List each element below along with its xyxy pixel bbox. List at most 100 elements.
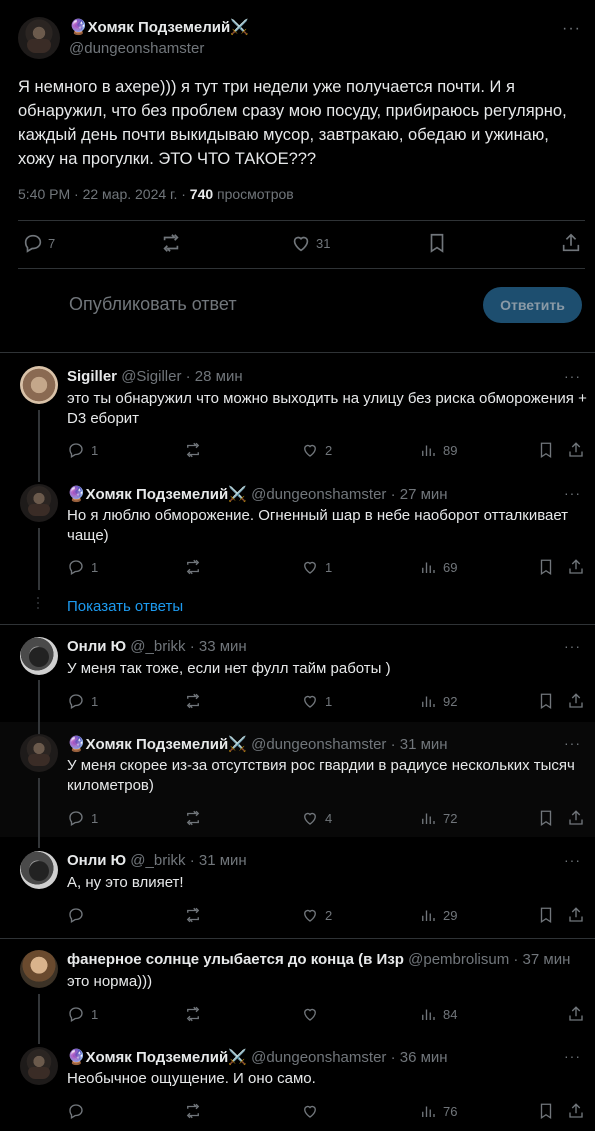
author-name[interactable]: 🔮Хомяк Подземелий⚔️ xyxy=(69,18,249,36)
reply-time[interactable]: · 33 мин xyxy=(190,638,247,655)
reply-input[interactable]: Опубликовать ответ xyxy=(69,294,237,315)
views-button[interactable]: 29 xyxy=(419,906,457,924)
avatar[interactable] xyxy=(20,950,58,988)
reply-author-handle[interactable]: @dungeonshamster xyxy=(251,736,386,753)
reply-author-name[interactable]: Онли Ю xyxy=(67,852,126,869)
reply-author-handle[interactable]: @_brikk xyxy=(130,852,185,869)
retweet-button[interactable] xyxy=(184,906,202,924)
avatar[interactable] xyxy=(20,484,58,522)
avatar[interactable] xyxy=(18,17,60,59)
views-button[interactable]: 92 xyxy=(419,692,457,710)
retweet-button[interactable] xyxy=(184,1102,202,1120)
reply-icon xyxy=(67,906,85,924)
reply-actions: 1 1 69 xyxy=(67,558,585,578)
reply-author-name[interactable]: 🔮Хомяк Подземелий⚔️ xyxy=(67,486,247,503)
bookmark-icon xyxy=(537,906,555,924)
avatar[interactable] xyxy=(20,1047,58,1085)
like-button[interactable]: 2 xyxy=(301,441,332,459)
tweet-time[interactable]: 5:40 PM · 22 мар. 2024 г. · xyxy=(18,186,190,202)
retweet-icon xyxy=(184,906,202,924)
more-icon[interactable]: ··· xyxy=(564,852,581,868)
views-button[interactable]: 76 xyxy=(419,1102,457,1120)
reply-button[interactable]: 1 xyxy=(67,692,98,710)
reply-author-handle[interactable]: @pembrolisum xyxy=(408,951,509,968)
reply-time[interactable]: · 36 мин xyxy=(391,1049,448,1066)
retweet-button[interactable] xyxy=(184,692,202,710)
views-button[interactable]: 72 xyxy=(419,809,457,827)
views-button[interactable]: 69 xyxy=(419,558,457,576)
reply-actions: 1 4 72 xyxy=(67,809,585,829)
bookmark-button[interactable] xyxy=(537,809,555,827)
more-icon[interactable]: ··· xyxy=(564,1048,581,1064)
bookmark-button[interactable] xyxy=(537,1102,555,1120)
retweet-button[interactable] xyxy=(184,441,202,459)
like-button[interactable]: 4 xyxy=(301,809,332,827)
views-button[interactable]: 89 xyxy=(419,441,457,459)
views-count: 72 xyxy=(443,810,458,826)
bookmark-button[interactable] xyxy=(537,692,555,710)
retweet-button[interactable] xyxy=(184,1005,202,1023)
views-button[interactable]: 84 xyxy=(419,1005,457,1023)
avatar[interactable] xyxy=(20,637,58,675)
reply-button[interactable] xyxy=(67,906,91,924)
reply-time[interactable]: · 27 мин xyxy=(391,486,448,503)
reply-button[interactable]: 7 xyxy=(22,232,55,254)
share-icon xyxy=(567,1102,585,1120)
heart-icon xyxy=(301,441,319,459)
reply-author-name[interactable]: Онли Ю xyxy=(67,638,126,655)
reply-button[interactable]: 1 xyxy=(67,441,98,459)
avatar[interactable] xyxy=(20,734,58,772)
reply-author-name[interactable]: фанерное солнце улыбается до конца (в Из… xyxy=(67,951,404,968)
like-button[interactable]: 31 xyxy=(290,232,330,254)
reply-author-name[interactable]: 🔮Хомяк Подземелий⚔️ xyxy=(67,736,247,753)
reply-time[interactable]: · 31 мин xyxy=(391,736,448,753)
reply-button[interactable] xyxy=(67,1102,85,1120)
bookmark-button[interactable] xyxy=(426,232,448,254)
share-icon xyxy=(567,692,585,710)
like-button[interactable] xyxy=(301,1005,325,1023)
reply-author-name[interactable]: 🔮Хомяк Подземелий⚔️ xyxy=(67,1049,247,1066)
retweet-button[interactable] xyxy=(160,232,182,254)
heart-icon xyxy=(290,232,312,254)
more-icon[interactable]: ··· xyxy=(564,485,581,501)
bookmark-icon xyxy=(537,441,555,459)
like-button[interactable]: 1 xyxy=(301,558,332,576)
like-button[interactable]: 1 xyxy=(301,692,332,710)
bookmark-button[interactable] xyxy=(537,441,555,459)
show-replies-link[interactable]: Показать ответы xyxy=(67,598,183,615)
more-icon[interactable]: ··· xyxy=(562,20,581,38)
reply-time[interactable]: · 37 мин xyxy=(513,951,570,968)
share-button[interactable] xyxy=(567,1102,585,1120)
reply-button[interactable]: 1 xyxy=(67,809,98,827)
like-button[interactable] xyxy=(301,1102,319,1120)
share-button[interactable] xyxy=(567,441,585,459)
reply-time[interactable]: · 28 мин xyxy=(186,368,243,385)
bookmark-button[interactable] xyxy=(537,906,555,924)
author-handle[interactable]: @dungeonshamster xyxy=(69,40,204,57)
reply-author-handle[interactable]: @Sigiller xyxy=(121,368,181,385)
retweet-button[interactable] xyxy=(184,809,202,827)
avatar[interactable] xyxy=(20,851,58,889)
reply-author-handle[interactable]: @_brikk xyxy=(130,638,185,655)
share-button[interactable] xyxy=(560,232,582,254)
share-icon xyxy=(567,809,585,827)
share-button[interactable] xyxy=(567,558,585,576)
reply-button[interactable]: 1 xyxy=(67,1005,98,1023)
share-button[interactable] xyxy=(567,692,585,710)
more-icon[interactable]: ··· xyxy=(564,638,581,654)
share-button[interactable] xyxy=(567,906,585,924)
reply-author-handle[interactable]: @dungeonshamster xyxy=(251,1049,386,1066)
share-button[interactable] xyxy=(567,1005,585,1023)
share-button[interactable] xyxy=(567,809,585,827)
reply-button[interactable]: 1 xyxy=(67,558,98,576)
reply-time[interactable]: · 31 мин xyxy=(190,852,247,869)
reply-submit-button[interactable]: Ответить xyxy=(483,287,582,323)
more-icon[interactable]: ··· xyxy=(564,368,581,384)
reply-author-name[interactable]: Sigiller xyxy=(67,368,117,385)
reply-author-handle[interactable]: @dungeonshamster xyxy=(251,486,386,503)
more-icon[interactable]: ··· xyxy=(564,735,581,751)
bookmark-button[interactable] xyxy=(537,558,555,576)
like-button[interactable]: 2 xyxy=(301,906,332,924)
avatar[interactable] xyxy=(20,366,58,404)
retweet-button[interactable] xyxy=(184,558,202,576)
